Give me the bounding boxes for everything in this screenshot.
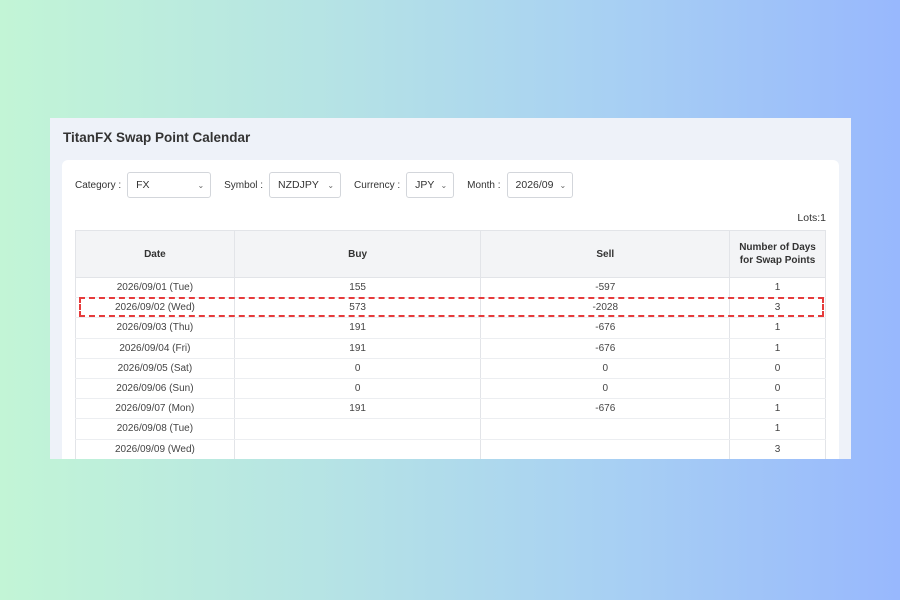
category-select[interactable]: FX ⌄ — [127, 172, 212, 198]
cell-date: 2026/09/07 (Mon) — [75, 398, 235, 420]
cell-date: 2026/09/09 (Wed) — [75, 439, 235, 459]
cell-days: 1 — [729, 277, 826, 299]
cell-days: 1 — [729, 338, 826, 359]
table-row: 2026/09/03 (Thu) 191 -676 1 — [75, 317, 826, 339]
header-sell: Sell — [480, 230, 731, 278]
symbol-value: NZDJPY — [278, 179, 319, 191]
table-row: 2026/09/09 (Wed) 3 — [75, 439, 826, 459]
cell-sell — [480, 418, 731, 440]
cell-days: 0 — [729, 378, 826, 400]
header-days: Number of Days for Swap Points — [729, 230, 826, 278]
cell-date: 2026/09/06 (Sun) — [75, 378, 235, 400]
cell-sell: -2028 — [480, 297, 731, 319]
cell-buy: 155 — [233, 277, 482, 299]
swap-calendar-window: TitanFX Swap Point Calendar Category : F… — [50, 118, 851, 459]
table-row: 2026/09/07 (Mon) 191 -676 1 — [75, 398, 826, 420]
cell-buy: 0 — [233, 358, 482, 379]
swap-table: Date Buy Sell Number of Days for Swap Po… — [75, 230, 826, 459]
cell-sell: 0 — [480, 378, 731, 400]
table-row: 2026/09/04 (Fri) 191 -676 1 — [75, 338, 826, 359]
cell-date: 2026/09/01 (Tue) — [75, 277, 235, 299]
lots-indicator: Lots:1 — [797, 212, 826, 224]
month-label: Month : — [467, 179, 501, 191]
cell-buy: 191 — [233, 338, 482, 359]
cell-days: 1 — [729, 398, 826, 420]
header-buy: Buy — [233, 230, 482, 278]
cell-buy: 573 — [233, 297, 482, 319]
category-label: Category : — [75, 179, 122, 191]
currency-select[interactable]: JPY ⌄ — [406, 172, 455, 198]
cell-days: 3 — [729, 439, 826, 459]
cell-date: 2026/09/02 (Wed) — [75, 297, 235, 319]
cell-sell: -676 — [480, 398, 731, 420]
chevron-down-icon: ⌄ — [327, 180, 335, 190]
cell-days: 0 — [729, 358, 826, 379]
currency-value: JPY — [415, 179, 435, 191]
table-row: 2026/09/08 (Tue) 1 — [75, 418, 826, 440]
header-date: Date — [75, 230, 235, 278]
table-row: 2026/09/06 (Sun) 0 0 0 — [75, 378, 826, 400]
chevron-down-icon: ⌄ — [559, 180, 567, 190]
table-row: 2026/09/05 (Sat) 0 0 0 — [75, 358, 826, 379]
table-row: 2026/09/02 (Wed) 573 -2028 3 — [75, 297, 826, 319]
calendar-card: Category : FX ⌄ Symbol : NZDJPY ⌄ Curren… — [62, 160, 839, 459]
page-title: TitanFX Swap Point Calendar — [63, 130, 251, 145]
currency-label: Currency : — [354, 179, 401, 191]
month-value: 2026/09 — [515, 179, 554, 191]
cell-days: 1 — [729, 418, 826, 440]
symbol-select[interactable]: NZDJPY ⌄ — [269, 172, 342, 198]
cell-sell: -597 — [480, 277, 731, 299]
month-select[interactable]: 2026/09 ⌄ — [506, 172, 573, 198]
cell-days: 3 — [729, 297, 826, 319]
cell-buy — [233, 418, 482, 440]
table-row: 2026/09/01 (Tue) 155 -597 1 — [75, 277, 826, 299]
cell-date: 2026/09/05 (Sat) — [75, 358, 235, 379]
cell-date: 2026/09/04 (Fri) — [75, 338, 235, 359]
cell-buy: 191 — [233, 317, 482, 339]
cell-date: 2026/09/08 (Tue) — [75, 418, 235, 440]
cell-sell: 0 — [480, 358, 731, 379]
cell-buy: 191 — [233, 398, 482, 420]
chevron-down-icon: ⌄ — [440, 180, 448, 190]
cell-buy — [233, 439, 482, 459]
symbol-label: Symbol : — [224, 179, 264, 191]
chevron-down-icon: ⌄ — [197, 180, 205, 190]
cell-sell: -676 — [480, 338, 731, 359]
table-header-row: Date Buy Sell Number of Days for Swap Po… — [75, 230, 826, 278]
category-value: FX — [136, 179, 150, 191]
cell-days: 1 — [729, 317, 826, 339]
filter-bar: Category : FX ⌄ Symbol : NZDJPY ⌄ Curren… — [75, 172, 586, 198]
cell-date: 2026/09/03 (Thu) — [75, 317, 235, 339]
cell-sell — [480, 439, 731, 459]
cell-sell: -676 — [480, 317, 731, 339]
cell-buy: 0 — [233, 378, 482, 400]
